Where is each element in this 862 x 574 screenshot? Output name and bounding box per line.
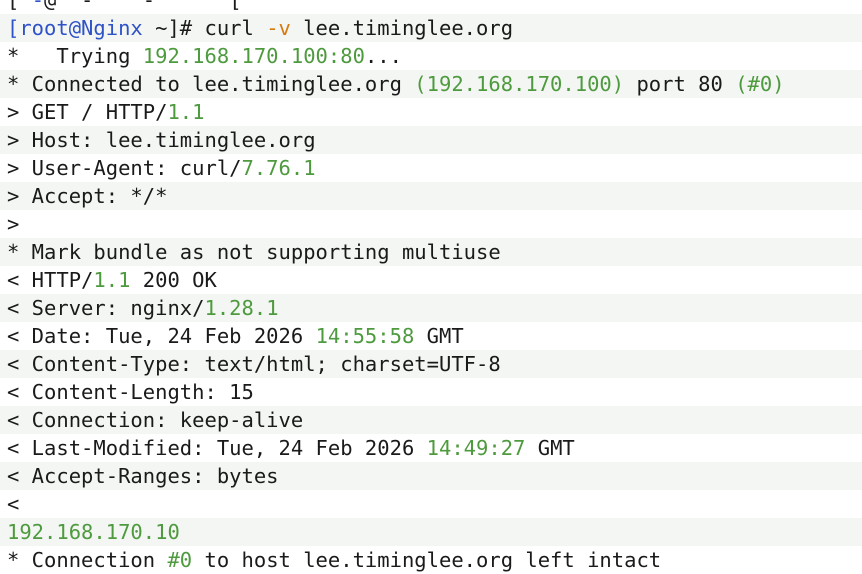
output-text: > Host: lee.timinglee.org (7, 128, 316, 152)
shell-prompt: - (31, 0, 45, 12)
output-text: [ (7, 0, 32, 12)
terminal-line: < Last-Modified: Tue, 24 Feb 2026 14:49:… (0, 434, 862, 462)
highlighted-value: 14:49:27 (426, 436, 526, 460)
terminal-line: < Server: nginx/1.28.1 (0, 294, 862, 322)
output-text: to host lee.timinglee.org left intact (192, 548, 662, 572)
output-text: > GET / HTTP/ (7, 100, 168, 124)
terminal-line: < Date: Tue, 24 Feb 2026 14:55:58 GMT (0, 322, 862, 350)
output-text: < Date: Tue, 24 Feb 2026 (7, 324, 316, 348)
highlighted-value: (#0) (735, 72, 785, 96)
terminal-line: > (0, 210, 862, 238)
terminal-line: > User-Agent: curl/7.76.1 (0, 154, 862, 182)
terminal-line: < Content-Length: 15 (0, 378, 862, 406)
output-text: port 80 (624, 72, 736, 96)
highlighted-value: (192.168.170.100) (414, 72, 625, 96)
output-text: GMT (414, 324, 464, 348)
highlighted-value: 7.76.1 (241, 156, 316, 180)
output-text: ~]# curl (142, 16, 267, 40)
terminal-line: * Trying 192.168.170.100:80... (0, 42, 862, 70)
output-text: * Trying (7, 44, 143, 68)
output-text: > User-Agent: curl/ (7, 156, 242, 180)
highlighted-value: 1.1 (93, 268, 131, 292)
highlighted-value: 14:55:58 (315, 324, 415, 348)
output-text: < Content-Length: 15 (7, 380, 254, 404)
output-text: < Connection: keep-alive (7, 408, 304, 432)
terminal-line: < (0, 490, 862, 518)
output-text: < (7, 492, 20, 516)
output-text: ... (364, 44, 402, 68)
terminal-line: * Mark bundle as not supporting multiuse (0, 238, 862, 266)
terminal-line: < HTTP/1.1 200 OK (0, 266, 862, 294)
output-text: lee.timinglee.org (290, 16, 514, 40)
shell-prompt: [root@Nginx (7, 16, 143, 40)
output-text: @ (44, 0, 69, 12)
output-text: - (130, 0, 168, 12)
terminal-line: < Connection: keep-alive (0, 406, 862, 434)
terminal-line: > Accept: */* (0, 182, 862, 210)
output-text: < Content-Type: text/html; charset=UTF-8 (7, 352, 501, 376)
terminal-output[interactable]: [ -@ - - [ [root@Nginx ~]# curl -v lee.t… (0, 0, 862, 574)
output-text: [ (229, 0, 254, 12)
terminal-line: [ -@ - - [ (0, 0, 862, 14)
terminal-line: * Connected to lee.timinglee.org (192.16… (0, 70, 862, 98)
highlighted-value: 192.168.170.10 (7, 520, 180, 544)
highlighted-value: 192.168.170.100:80 (142, 44, 365, 68)
output-text: < Accept-Ranges: bytes (7, 464, 279, 488)
output-text: > Accept: */* (7, 184, 168, 208)
terminal-line: > Host: lee.timinglee.org (0, 126, 862, 154)
output-text: < Last-Modified: Tue, 24 Feb 2026 (7, 436, 427, 460)
highlighted-value: #0 (167, 548, 193, 572)
output-text: * Connection (7, 548, 168, 572)
output-text: < HTTP/ (7, 268, 94, 292)
output-text: < Server: nginx/ (7, 296, 205, 320)
terminal-line: > GET / HTTP/1.1 (0, 98, 862, 126)
output-text: * Mark bundle as not supporting multiuse (7, 240, 501, 264)
terminal-line: < Content-Type: text/html; charset=UTF-8 (0, 350, 862, 378)
terminal-line: [root@Nginx ~]# curl -v lee.timinglee.or… (0, 14, 862, 42)
output-text: - (68, 0, 106, 12)
highlighted-value: 1.1 (167, 100, 205, 124)
highlighted-value: 1.28.1 (204, 296, 279, 320)
output-text: 200 OK (130, 268, 217, 292)
output-text: GMT (525, 436, 575, 460)
command-option: -v (266, 16, 291, 40)
terminal-line: < Accept-Ranges: bytes (0, 462, 862, 490)
terminal-line: 192.168.170.10 (0, 518, 862, 546)
output-text: > (7, 212, 20, 236)
output-text: * Connected to lee.timinglee.org (7, 72, 415, 96)
terminal-line: * Connection #0 to host lee.timinglee.or… (0, 546, 862, 574)
